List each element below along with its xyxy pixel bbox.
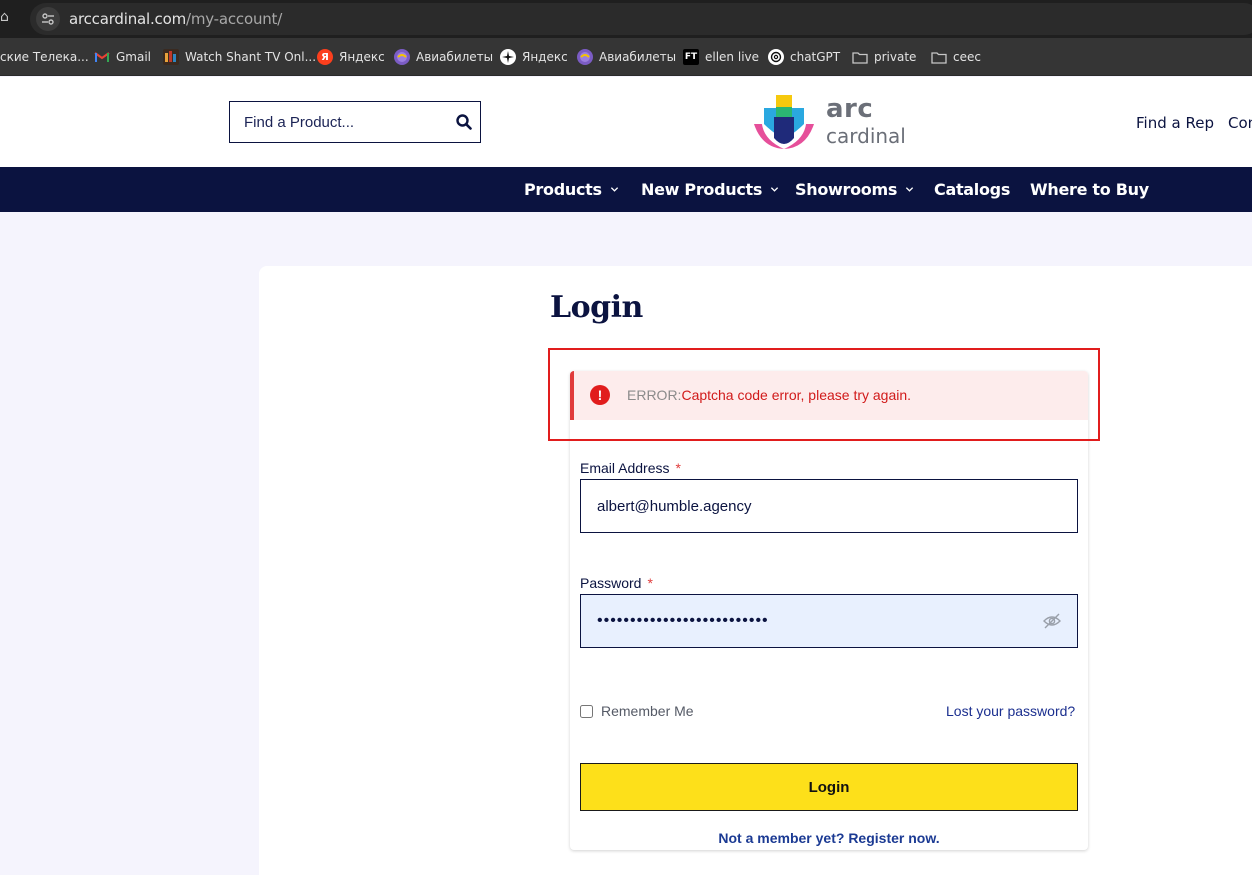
eye-off-icon[interactable]	[1043, 613, 1061, 629]
chevron-down-icon	[610, 187, 618, 192]
bookmark-label: ceec	[953, 50, 981, 64]
bookmark-label: Gmail	[116, 50, 152, 64]
bookmark-label: chatGPT	[790, 50, 841, 64]
bookmarks-bar: ские Телека... Gmail Watch Shant TV Onl.…	[0, 38, 1252, 76]
aviasales-icon	[394, 49, 410, 65]
error-label: ERROR:	[627, 387, 682, 403]
nav-label: Showrooms	[795, 180, 898, 199]
site-header: arc cardinal Find a Rep Con	[0, 77, 1252, 167]
url-host: arccardinal.com	[69, 10, 186, 28]
main-navigation: Products New Products Showrooms Catalogs…	[0, 167, 1252, 212]
bookmark-gmail[interactable]: Gmail	[94, 48, 151, 66]
header-links: Find a Rep Con	[1136, 114, 1252, 132]
find-a-rep-link[interactable]: Find a Rep	[1136, 114, 1214, 132]
bookmark-label: ские Телека...	[0, 50, 89, 64]
logo-wordmark: arc cardinal	[826, 94, 906, 146]
search-icon[interactable]	[455, 113, 473, 131]
error-notice: ! ERROR:Captcha code error, please try a…	[570, 371, 1088, 420]
nav-showrooms[interactable]: Showrooms	[795, 180, 914, 199]
password-label: Password *	[580, 575, 653, 591]
nav-label: Catalogs	[934, 180, 1011, 199]
page-title: Login	[550, 290, 643, 325]
bookmark-label: Авиабилеты	[599, 50, 677, 64]
bookmark-label: Watch Shant TV Onl...	[185, 50, 317, 64]
error-message: Captcha code error, please try again.	[681, 387, 912, 403]
bookmark-label: Яндекс	[522, 50, 568, 64]
gmail-icon	[94, 49, 110, 65]
nav-catalogs[interactable]: Catalogs	[934, 180, 1010, 199]
bookmark-label: ellen live	[705, 50, 760, 64]
browser-address-bar: ⌂ arccardinal.com/my-account/	[0, 0, 1252, 38]
remember-label: Remember Me	[601, 703, 694, 719]
bookmark-shant[interactable]: Watch Shant TV Onl...	[163, 48, 316, 66]
nav-where-to-buy[interactable]: Where to Buy	[1030, 180, 1149, 199]
chevron-down-icon	[905, 187, 914, 192]
ft-icon: FT	[683, 49, 699, 65]
logo-mark-icon	[754, 95, 814, 149]
bookmark-yandex-2[interactable]: Яндекс	[500, 48, 568, 66]
bookmark-label: Авиабилеты	[416, 50, 494, 64]
password-input[interactable]	[581, 595, 1077, 647]
folder-icon	[852, 49, 868, 65]
contact-link[interactable]: Con	[1228, 114, 1252, 132]
chevron-down-icon	[770, 187, 779, 192]
product-search	[229, 101, 481, 143]
remember-me[interactable]: Remember Me	[580, 703, 694, 719]
bookmark-label: Яндекс	[339, 50, 385, 64]
email-field	[580, 479, 1078, 533]
openai-icon	[768, 49, 784, 65]
required-mark: *	[647, 575, 653, 591]
email-label-text: Email Address	[580, 460, 670, 476]
lost-password-link[interactable]: Lost your password?	[946, 703, 1075, 719]
arc-cardinal-logo[interactable]: arc cardinal	[752, 94, 912, 150]
url-text[interactable]: arccardinal.com/my-account/	[69, 10, 282, 28]
bookmark-yandex[interactable]: Я Яндекс	[317, 48, 385, 66]
bookmark-aviasales[interactable]: Авиабилеты	[394, 48, 493, 66]
sparkle-icon	[500, 49, 516, 65]
bookmark-aviasales-2[interactable]: Авиабилеты	[577, 48, 676, 66]
email-label: Email Address *	[580, 460, 681, 476]
folder-icon	[931, 49, 947, 65]
bookmark-item[interactable]: ские Телека...	[0, 48, 89, 66]
search-input[interactable]	[230, 102, 450, 142]
bookmark-folder-ceec[interactable]: ceec	[931, 48, 981, 66]
bookmark-ellen[interactable]: FT ellen live	[683, 48, 759, 66]
url-path: /my-account/	[185, 10, 283, 28]
logo-line-arc: arc	[826, 94, 874, 124]
password-field	[580, 594, 1078, 648]
nav-new-products[interactable]: New Products	[641, 180, 779, 199]
shant-tv-icon	[163, 49, 179, 65]
logo-line-cardinal: cardinal	[826, 124, 906, 148]
error-icon: !	[590, 385, 610, 405]
required-mark: *	[675, 460, 681, 476]
remember-checkbox[interactable]	[580, 704, 593, 718]
login-button[interactable]: Login	[580, 763, 1078, 811]
nav-label: Products	[524, 180, 602, 199]
email-input[interactable]	[581, 480, 1077, 532]
nav-label: New Products	[641, 180, 763, 199]
bookmark-folder-private[interactable]: private	[852, 48, 916, 66]
error-text: ERROR:Captcha code error, please try aga…	[627, 387, 911, 403]
aviasales-icon	[577, 49, 593, 65]
yandex-icon: Я	[317, 49, 333, 65]
bookmark-label: private	[874, 50, 917, 64]
nav-label: Where to Buy	[1030, 180, 1149, 199]
bookmark-chatgpt[interactable]: chatGPT	[768, 48, 840, 66]
register-link[interactable]: Not a member yet? Register now.	[570, 830, 1088, 846]
site-settings-icon[interactable]	[36, 7, 60, 31]
nav-products[interactable]: Products	[524, 180, 619, 199]
home-icon[interactable]: ⌂	[0, 9, 14, 29]
password-label-text: Password	[580, 575, 642, 591]
